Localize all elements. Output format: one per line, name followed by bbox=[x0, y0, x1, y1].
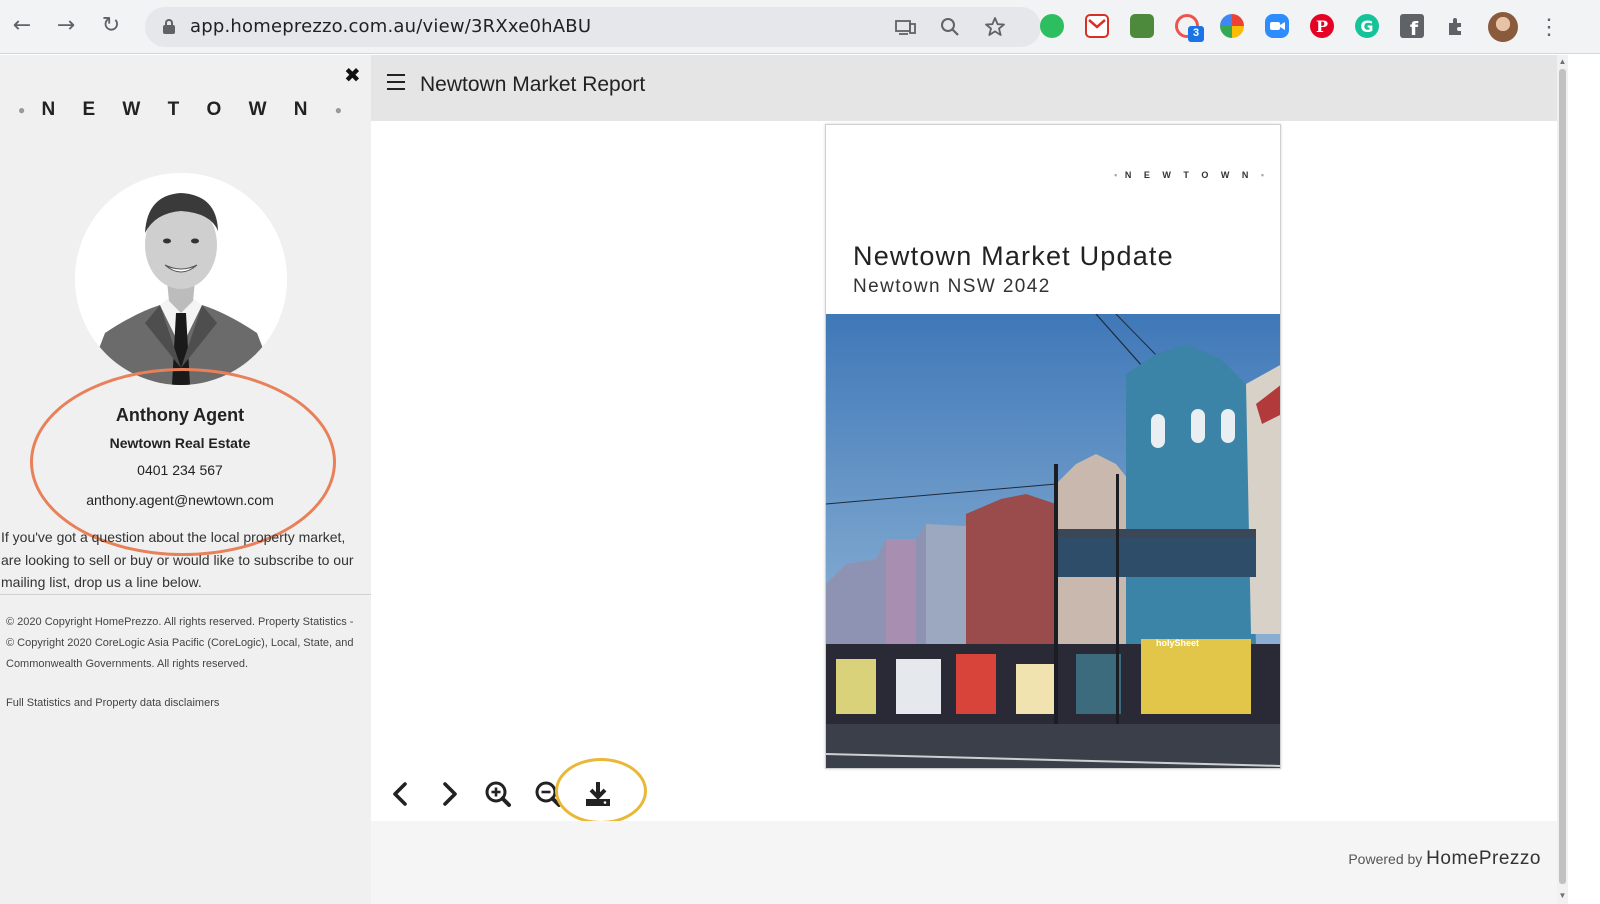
extension-clipper-icon[interactable] bbox=[1130, 14, 1154, 38]
disclaimer-link[interactable]: Full Statistics and Property data discla… bbox=[6, 697, 219, 709]
gmail-icon[interactable] bbox=[1085, 14, 1109, 38]
agent-sidebar: ✖ ● N E W T O W N ● Anthony Agent Newtow… bbox=[0, 55, 371, 904]
agent-phone[interactable]: 0401 234 567 bbox=[0, 462, 360, 478]
grammarly-icon[interactable]: G bbox=[1355, 14, 1379, 38]
report-cover-title: Newtown Market Update bbox=[853, 241, 1174, 271]
zoom-in-icon[interactable] bbox=[481, 777, 515, 811]
svg-text:P: P bbox=[1316, 17, 1328, 36]
evernote-icon[interactable] bbox=[1040, 14, 1064, 38]
report-cover-subtitle: Newtown NSW 2042 bbox=[853, 276, 1051, 297]
powered-by[interactable]: Powered by HomePrezzo bbox=[1348, 848, 1541, 870]
extensions-puzzle-icon[interactable] bbox=[1445, 14, 1469, 38]
svg-text:G: G bbox=[1360, 17, 1373, 36]
report-page: • N E W T O W N • Newtown Market Update … bbox=[825, 124, 1281, 769]
bookmark-star-icon[interactable] bbox=[983, 15, 1007, 39]
agency-name: Newtown Real Estate bbox=[109, 435, 251, 451]
scroll-down-icon[interactable]: ▼ bbox=[1558, 891, 1567, 900]
homeprezzo-logo: HomePrezzo bbox=[1426, 848, 1541, 869]
chevron-right-icon[interactable] bbox=[433, 777, 467, 811]
url-text[interactable]: app.homeprezzo.com.au/view/3RXxe0hABU bbox=[190, 16, 591, 37]
download-icon[interactable] bbox=[581, 777, 615, 811]
back-icon[interactable]: ← bbox=[8, 12, 36, 40]
extension-spiral-icon[interactable]: 3 bbox=[1175, 14, 1204, 42]
zoom-out-icon[interactable] bbox=[531, 777, 565, 811]
color-picker-icon[interactable] bbox=[1220, 14, 1244, 38]
zoom-magnifier-icon[interactable] bbox=[938, 15, 962, 39]
profile-avatar-icon[interactable] bbox=[1488, 12, 1518, 42]
report-title: Newtown Market Report bbox=[420, 73, 646, 96]
street-photo: holySheet bbox=[826, 314, 1280, 768]
cast-icon[interactable] bbox=[893, 15, 917, 39]
scrollbar-thumb[interactable] bbox=[1559, 69, 1566, 884]
forward-icon[interactable]: → bbox=[52, 12, 80, 40]
viewer-footer: Powered by HomePrezzo bbox=[371, 821, 1557, 904]
page-scrollbar[interactable]: ▲ ▼ bbox=[1557, 55, 1568, 904]
shop-sign-text: holySheet bbox=[1156, 638, 1199, 648]
hamburger-icon[interactable] bbox=[387, 74, 405, 92]
report-viewer: Newtown Market Report • N E W T O W N • … bbox=[371, 55, 1557, 904]
facebook-icon[interactable]: f bbox=[1400, 14, 1424, 40]
doc-brand-dot-left: • bbox=[1114, 170, 1118, 180]
close-icon[interactable]: ✖ bbox=[344, 63, 361, 87]
zoom-meeting-icon[interactable] bbox=[1265, 14, 1289, 38]
agent-photo bbox=[75, 173, 287, 385]
contact-blurb: If you've got a question about the local… bbox=[1, 529, 354, 590]
window-edge bbox=[1568, 55, 1600, 904]
chevron-left-icon[interactable] bbox=[385, 777, 419, 811]
copyright-text: © 2020 Copyright HomePrezzo. All rights … bbox=[6, 616, 354, 670]
address-bar[interactable]: app.homeprezzo.com.au/view/3RXxe0hABU bbox=[145, 7, 1041, 47]
sidebar-brand-logo: ● N E W T O W N ● bbox=[17, 99, 343, 120]
agent-name: Anthony Agent bbox=[115, 405, 245, 425]
browser-toolbar: ← → ↻ app.homeprezzo.com.au/view/3RXxe0h… bbox=[0, 0, 1600, 54]
pinterest-icon[interactable]: P bbox=[1310, 14, 1334, 38]
svg-text:f: f bbox=[1410, 18, 1419, 38]
reload-icon[interactable]: ↻ bbox=[97, 12, 125, 40]
sidebar-divider bbox=[0, 594, 371, 595]
brand-dot-right: ● bbox=[334, 102, 343, 117]
brand-dot-left: ● bbox=[17, 102, 26, 117]
report-brand-logo: • N E W T O W N • bbox=[1114, 170, 1264, 180]
lock-icon bbox=[163, 19, 175, 34]
browser-menu-icon[interactable]: ⋮ bbox=[1538, 12, 1560, 42]
agent-email[interactable]: anthony.agent@newtown.com bbox=[0, 492, 360, 508]
viewer-header: Newtown Market Report bbox=[371, 55, 1557, 121]
doc-brand-dot-right: • bbox=[1260, 170, 1264, 180]
scroll-up-icon[interactable]: ▲ bbox=[1558, 57, 1567, 66]
